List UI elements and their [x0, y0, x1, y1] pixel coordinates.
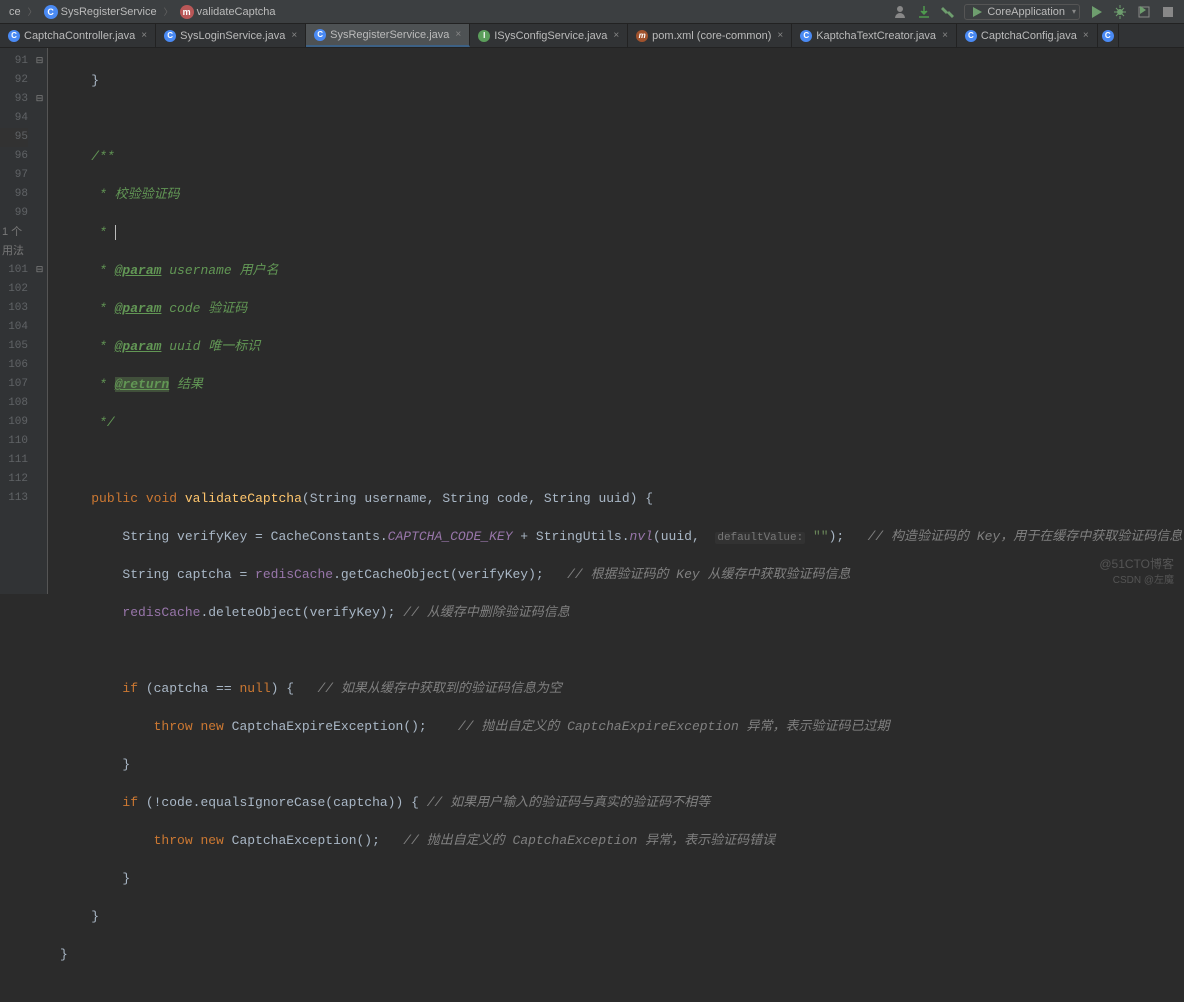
tab-captchaconfig[interactable]: CCaptchaConfig.java×: [957, 24, 1098, 47]
top-toolbar: ce 〉 C SysRegisterService 〉 m validateCa…: [0, 0, 1184, 24]
editor-tabs: CCaptchaController.java× CSysLoginServic…: [0, 24, 1184, 48]
tab-captchacontroller[interactable]: CCaptchaController.java×: [0, 24, 156, 47]
watermark: CSDN @左魔: [1113, 571, 1174, 586]
usages-hint[interactable]: 1 个用法: [0, 223, 28, 261]
close-icon[interactable]: ×: [291, 30, 297, 41]
run-config-selector[interactable]: CoreApplication: [964, 4, 1080, 20]
close-icon[interactable]: ×: [613, 30, 619, 41]
breadcrumb-class[interactable]: C SysRegisterService: [41, 5, 160, 19]
tab-kaptchatextcreator[interactable]: CKaptchaTextCreator.java×: [792, 24, 957, 47]
class-icon: C: [1102, 30, 1114, 42]
interface-icon: I: [478, 30, 490, 42]
tab-pom[interactable]: mpom.xml (core-common)×: [628, 24, 792, 47]
class-icon: C: [164, 30, 176, 42]
breadcrumb: ce 〉 C SysRegisterService 〉 m validateCa…: [0, 5, 285, 19]
chevron-right-icon: 〉: [164, 5, 173, 18]
tab-sysregisterservice[interactable]: CSysRegisterService.java×: [306, 24, 470, 47]
class-icon: C: [965, 30, 977, 42]
class-icon: C: [314, 29, 326, 41]
method-icon: m: [180, 5, 194, 19]
fold-gutter: ⊟ ⊟ ⊟: [32, 48, 48, 594]
maven-icon: m: [636, 30, 648, 42]
debug-icon[interactable]: [1112, 4, 1128, 20]
tab-overflow[interactable]: C: [1098, 24, 1119, 47]
run-toolbar: CoreApplication: [884, 4, 1184, 20]
class-icon: C: [44, 5, 58, 19]
code-area[interactable]: } /** * 校验验证码 * * @param username 用户名 * …: [48, 48, 1184, 594]
coverage-icon[interactable]: [1136, 4, 1152, 20]
fold-handle[interactable]: ⊟: [32, 261, 47, 280]
breadcrumb-segment[interactable]: ce: [6, 6, 24, 18]
class-icon: C: [800, 30, 812, 42]
close-icon[interactable]: ×: [1083, 30, 1089, 41]
line-number-gutter: 91929394 95 96979899 1 个用法 1011021031041…: [0, 48, 32, 594]
watermark: @51CTO博客: [1099, 555, 1174, 572]
user-icon[interactable]: [892, 4, 908, 20]
close-icon[interactable]: ×: [942, 30, 948, 41]
close-icon[interactable]: ×: [777, 30, 783, 41]
pull-icon[interactable]: [916, 4, 932, 20]
class-icon: C: [8, 30, 20, 42]
stop-icon[interactable]: [1160, 4, 1176, 20]
close-icon[interactable]: ×: [141, 30, 147, 41]
text-caret: [115, 225, 116, 240]
close-icon[interactable]: ×: [455, 29, 461, 40]
fold-handle[interactable]: ⊟: [32, 90, 47, 109]
chevron-right-icon: 〉: [28, 5, 37, 18]
fold-handle[interactable]: ⊟: [32, 52, 47, 71]
code-editor[interactable]: 91929394 95 96979899 1 个用法 1011021031041…: [0, 48, 1184, 594]
tab-sysloginservice[interactable]: CSysLoginService.java×: [156, 24, 306, 47]
hammer-icon[interactable]: [940, 4, 956, 20]
breadcrumb-method[interactable]: m validateCaptcha: [177, 5, 279, 19]
tab-isysconfigservice[interactable]: IISysConfigService.java×: [470, 24, 628, 47]
run-icon[interactable]: [1088, 4, 1104, 20]
